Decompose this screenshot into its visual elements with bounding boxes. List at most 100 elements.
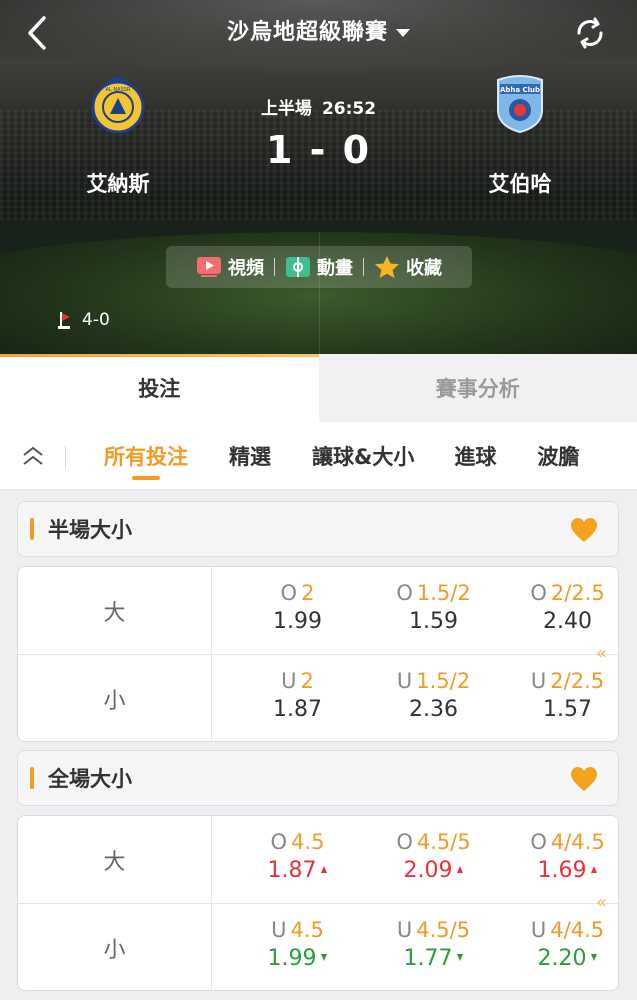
odds-value: 2.40 xyxy=(543,609,592,634)
league-selector[interactable]: 沙烏地超級聯賽 xyxy=(0,14,637,46)
subtab-correct-score[interactable]: 波膽 xyxy=(537,422,579,490)
odds-cell[interactable]: O 4.5/5 2.09 xyxy=(366,816,501,904)
match-clock: 上半場 26:52 xyxy=(0,94,637,119)
double-chevron-up-icon xyxy=(23,446,43,465)
odds-value: 1.77 xyxy=(366,944,501,974)
video-button[interactable]: 視頻 xyxy=(190,254,270,280)
heart-icon[interactable] xyxy=(570,766,598,792)
away-team-name: 艾伯哈 xyxy=(488,172,552,196)
tab-match-analysis[interactable]: 賽事分析 xyxy=(318,354,637,422)
subtab-all-bets[interactable]: 所有投注 xyxy=(104,422,188,490)
divider xyxy=(363,258,364,276)
line-prefix: U xyxy=(396,918,413,942)
odds-number: 1.69 xyxy=(537,858,587,883)
odds-value: 1.57 xyxy=(543,697,592,722)
market-title: 半場大小 xyxy=(48,518,132,542)
odds-up-arrow-icon xyxy=(457,866,464,873)
odds-down-arrow-icon xyxy=(457,954,464,961)
market-row-over: 大 O 4.5 1.87 O 4.5/5 2.09 O 4/4.5 1.69 xyxy=(18,816,618,904)
odds-cell[interactable]: U 4.5 1.99 xyxy=(230,904,365,990)
odds-number: 1.77 xyxy=(403,946,453,971)
market-header[interactable]: 全場大小 xyxy=(17,750,619,806)
odds-number: 1.99 xyxy=(267,946,317,971)
market-row-under: 小 U 2 1.87 U 1.5/2 2.36 U 2/2.5 1.57 xyxy=(18,655,618,741)
handicap-line: 4.5/5 xyxy=(416,830,471,854)
market-header[interactable]: 半場大小 xyxy=(17,501,619,557)
svg-text:Abha Club: Abha Club xyxy=(500,86,540,94)
double-chevron-left-icon[interactable]: « xyxy=(596,892,614,913)
market-row-over: 大 O 2 1.99 O 1.5/2 1.59 O 2/2.5 2.40 xyxy=(18,567,618,655)
handicap-line: 1.5/2 xyxy=(416,581,471,605)
animation-icon xyxy=(286,257,310,277)
match-score: 1 - 0 xyxy=(265,128,372,172)
odds-down-arrow-icon xyxy=(591,954,598,961)
row-label: 小 xyxy=(18,904,212,990)
odds-cell[interactable]: U 1.5/2 2.36 xyxy=(366,655,501,741)
league-name: 沙烏地超級聯賽 xyxy=(226,20,388,45)
line-prefix: O xyxy=(530,830,547,854)
subtab-featured[interactable]: 精選 xyxy=(229,422,271,490)
handicap-line: 4.5 xyxy=(291,830,325,854)
line-prefix: U xyxy=(396,669,413,693)
line-prefix: U xyxy=(271,918,287,942)
line-prefix: U xyxy=(530,669,547,693)
favorite-label: 收藏 xyxy=(406,258,442,279)
double-chevron-left-icon[interactable]: « xyxy=(596,643,614,664)
odds-cell[interactable]: O 2/2.5 2.40 xyxy=(500,567,618,655)
odds-value: 2.36 xyxy=(409,697,458,722)
handicap-line: 4.5 xyxy=(290,918,324,942)
refresh-icon[interactable] xyxy=(573,16,607,50)
odds-cell[interactable]: O 1.5/2 1.59 xyxy=(366,567,501,655)
bet-category-tabs: 所有投注 精選 讓球&大小 進球 波膽 xyxy=(0,422,637,490)
odds-up-arrow-icon xyxy=(591,866,598,873)
caret-down-icon xyxy=(396,29,410,37)
heart-icon[interactable] xyxy=(570,517,598,543)
video-label: 視頻 xyxy=(228,258,264,279)
odds-cell[interactable]: U 2 1.87 xyxy=(230,655,365,741)
tab-betting[interactable]: 投注 xyxy=(0,354,319,422)
row-label: 小 xyxy=(18,655,212,741)
animation-label: 動畫 xyxy=(317,258,353,279)
line-prefix: O xyxy=(270,830,288,854)
star-icon xyxy=(375,256,399,278)
row-label: 大 xyxy=(18,816,212,904)
handicap-line: 2 xyxy=(300,669,314,693)
subtab-goals[interactable]: 進球 xyxy=(454,422,496,490)
media-bar: 視頻 動畫 收藏 xyxy=(166,246,472,288)
odds-cell[interactable]: O 4.5 1.87 xyxy=(230,816,365,904)
odds-value: 1.59 xyxy=(409,609,458,634)
market-table: 大 O 4.5 1.87 O 4.5/5 2.09 O 4/4.5 1.69 小 U 4.5 1… xyxy=(17,815,619,991)
divider xyxy=(274,258,275,276)
animation-button[interactable]: 動畫 xyxy=(279,254,359,280)
odds-down-arrow-icon xyxy=(321,954,328,961)
market-table: 大 O 2 1.99 O 1.5/2 1.59 O 2/2.5 2.40 小 U 2 1.87 … xyxy=(17,566,619,742)
odds-cell[interactable]: O 2 1.99 xyxy=(230,567,365,655)
handicap-line: 2/2.5 xyxy=(550,581,605,605)
odds-value: 2.09 xyxy=(366,856,501,886)
handicap-line: 4/4.5 xyxy=(550,918,605,942)
market-title: 全場大小 xyxy=(48,767,132,791)
odds-value: 1.87 xyxy=(273,697,322,722)
odds-value: 1.69 xyxy=(500,856,618,886)
odds-cell[interactable]: U 4.5/5 1.77 xyxy=(366,904,501,990)
market-row-under: 小 U 4.5 1.99 U 4.5/5 1.77 U 4/4.5 2.20 xyxy=(18,904,618,990)
handicap-line: 1.5/2 xyxy=(416,669,471,693)
main-tabs: 投注 賽事分析 xyxy=(0,354,637,422)
odds-cell[interactable]: U 2/2.5 1.57 xyxy=(500,655,618,741)
corner-flag-icon xyxy=(58,312,70,329)
match-time: 26:52 xyxy=(321,99,377,119)
odds-value: 2.20 xyxy=(500,944,618,974)
odds-value: 1.99 xyxy=(230,944,365,974)
odds-cell[interactable]: U 4/4.5 2.20 xyxy=(500,904,618,990)
collapse-all-button[interactable] xyxy=(0,422,66,490)
line-prefix: O xyxy=(396,830,413,854)
line-prefix: O xyxy=(280,581,298,605)
match-period: 上半場 xyxy=(260,99,312,119)
favorite-button[interactable]: 收藏 xyxy=(368,254,448,280)
odds-number: 2.20 xyxy=(537,946,587,971)
video-icon xyxy=(197,257,221,277)
odds-cell[interactable]: O 4/4.5 1.69 xyxy=(500,816,618,904)
match-header: 沙烏地超級聯賽 AL NASSR 艾納斯 Abha Club 艾伯哈 上半場 26… xyxy=(0,0,637,354)
subtab-handicap-over-under[interactable]: 讓球&大小 xyxy=(312,422,414,490)
accent-bar xyxy=(30,767,34,789)
